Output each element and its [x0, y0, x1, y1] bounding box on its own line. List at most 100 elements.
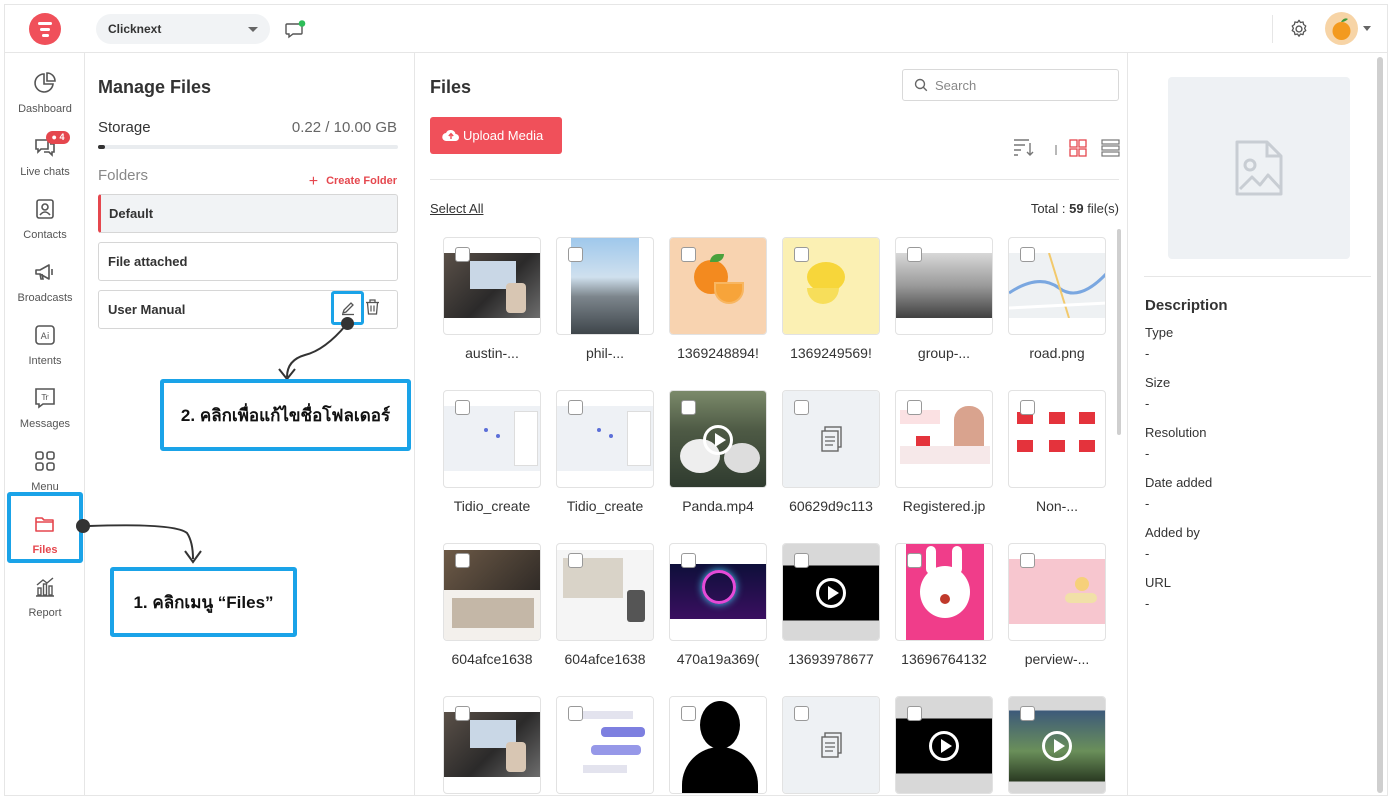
meta-value: -: [1145, 396, 1150, 411]
file-checkbox[interactable]: [907, 247, 922, 262]
file-checkbox[interactable]: [568, 247, 583, 262]
search-input[interactable]: [935, 76, 1110, 94]
file-tile[interactable]: [1008, 390, 1106, 488]
meta-value: -: [1145, 596, 1150, 611]
file-name: 470a19a369(: [676, 651, 760, 667]
file-checkbox[interactable]: [455, 553, 470, 568]
file-checkbox[interactable]: [907, 553, 922, 568]
file-thumbnail: [557, 406, 653, 471]
preview-placeholder: [1168, 77, 1350, 259]
file-tile[interactable]: [782, 237, 880, 335]
file-thumbnail: [670, 564, 766, 619]
meta-label: Date added: [1145, 475, 1213, 490]
file-checkbox[interactable]: [455, 706, 470, 721]
callout-step-2: 2. คลิกเพื่อแก้ไขชื่อโฟลเดอร์: [160, 379, 411, 451]
file-thumbnail: [444, 712, 540, 777]
app-window: Clicknext Dashboard ● 4 Live chats Conta…: [4, 4, 1388, 796]
file-name: 60629d9c113: [789, 498, 873, 514]
file-checkbox[interactable]: [1020, 400, 1035, 415]
divider: [430, 179, 1119, 180]
list-view-icon[interactable]: [1101, 139, 1120, 157]
page-scrollbar[interactable]: [1377, 57, 1383, 793]
search-icon: [914, 78, 928, 92]
file-tile[interactable]: [669, 696, 767, 794]
file-checkbox[interactable]: [681, 247, 696, 262]
file-thumbnail: [896, 253, 992, 318]
file-tile[interactable]: [895, 543, 993, 641]
file-checkbox[interactable]: [568, 706, 583, 721]
file-name: 13693978677: [788, 651, 874, 667]
file-thumbnail: [444, 253, 540, 318]
file-tile[interactable]: [443, 237, 541, 335]
file-name: austin-...: [465, 345, 519, 361]
file-name: 604afce1638: [564, 651, 646, 667]
file-tile[interactable]: [443, 390, 541, 488]
meta-label: Resolution: [1145, 425, 1207, 440]
file-tile[interactable]: [895, 390, 993, 488]
file-name: Non-...: [1035, 498, 1078, 514]
file-checkbox[interactable]: [681, 400, 696, 415]
search-box[interactable]: [902, 69, 1119, 101]
file-tile[interactable]: [669, 390, 767, 488]
grid-view-icon[interactable]: [1069, 139, 1087, 157]
file-tile[interactable]: [782, 390, 880, 488]
file-tile[interactable]: [556, 237, 654, 335]
file-name: group-...: [917, 345, 971, 361]
divider: [1144, 276, 1371, 277]
file-tile[interactable]: [1008, 696, 1106, 794]
file-name: 604afce1638: [451, 651, 533, 667]
file-tile[interactable]: [1008, 543, 1106, 641]
file-checkbox[interactable]: [681, 553, 696, 568]
panel-title: Files: [430, 77, 472, 97]
upload-media-button[interactable]: Upload Media: [430, 117, 562, 154]
file-tile[interactable]: [669, 543, 767, 641]
cloud-upload-icon: [442, 129, 459, 142]
meta-value: -: [1145, 496, 1150, 511]
select-all-link[interactable]: Select All: [430, 201, 483, 216]
file-checkbox[interactable]: [681, 706, 696, 721]
file-name: 13696764132: [901, 651, 987, 667]
description-title: Description: [1145, 297, 1228, 314]
file-checkbox[interactable]: [455, 247, 470, 262]
sort-icon[interactable]: [1014, 139, 1034, 156]
file-checkbox[interactable]: [568, 400, 583, 415]
file-tile[interactable]: [556, 696, 654, 794]
meta-value: -: [1145, 446, 1150, 461]
file-name: phil-...: [585, 345, 625, 361]
file-thumbnail: [1009, 406, 1105, 471]
file-checkbox[interactable]: [1020, 706, 1035, 721]
total-count: Total : 59 file(s): [1030, 201, 1119, 216]
file-checkbox[interactable]: [794, 247, 809, 262]
file-checkbox[interactable]: [907, 706, 922, 721]
file-name: Registered.jp: [902, 498, 986, 514]
file-tile[interactable]: [1008, 237, 1106, 335]
file-checkbox[interactable]: [1020, 247, 1035, 262]
file-checkbox[interactable]: [568, 553, 583, 568]
view-toolbar: [1013, 137, 1123, 162]
file-tile[interactable]: [782, 543, 880, 641]
file-name: 1369248894!: [677, 345, 759, 361]
meta-label: URL: [1145, 575, 1172, 590]
file-checkbox[interactable]: [455, 400, 470, 415]
file-tile[interactable]: [443, 543, 541, 641]
file-thumbnail: [896, 406, 992, 471]
file-checkbox[interactable]: [794, 553, 809, 568]
files-scrollbar[interactable]: [1117, 229, 1121, 435]
file-tile[interactable]: [556, 390, 654, 488]
file-checkbox[interactable]: [794, 706, 809, 721]
file-checkbox[interactable]: [794, 400, 809, 415]
meta-label: Type: [1145, 325, 1174, 340]
file-checkbox[interactable]: [1020, 553, 1035, 568]
file-name: perview-...: [1024, 651, 1090, 667]
callout-step-1: 1. คลิกเมนู “Files”: [110, 567, 297, 637]
file-tile[interactable]: [443, 696, 541, 794]
file-tile[interactable]: [669, 237, 767, 335]
file-tile[interactable]: [556, 543, 654, 641]
file-tile[interactable]: [782, 696, 880, 794]
meta-label: Size: [1145, 375, 1171, 390]
file-tile[interactable]: [895, 237, 993, 335]
meta-value: -: [1145, 546, 1150, 561]
file-tile[interactable]: [895, 696, 993, 794]
file-checkbox[interactable]: [907, 400, 922, 415]
file-name: Panda.mp4: [682, 498, 754, 514]
